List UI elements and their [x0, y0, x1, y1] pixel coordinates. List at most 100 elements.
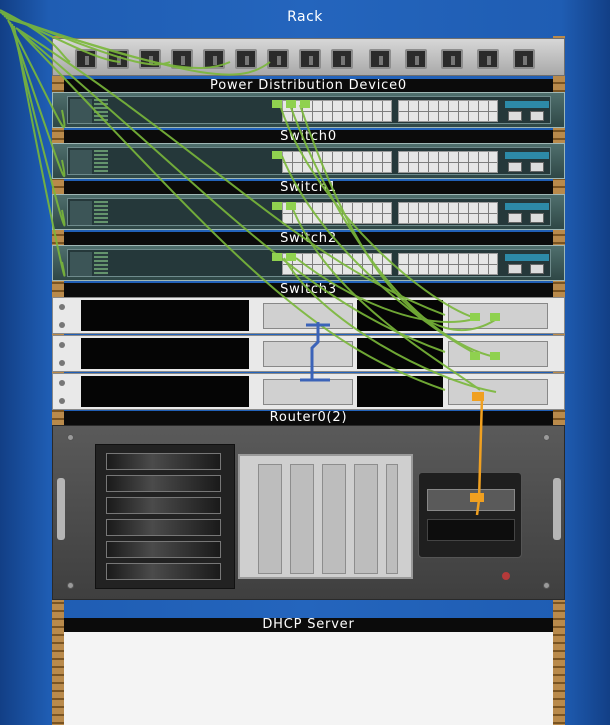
uplink-port[interactable]	[508, 162, 522, 172]
screw	[543, 434, 550, 441]
router-unit-1[interactable]	[52, 297, 565, 334]
empty-slot[interactable]	[81, 338, 249, 369]
switch-0-label: Switch0	[64, 130, 553, 144]
switch-3[interactable]	[52, 245, 565, 281]
power-distribution-device[interactable]	[52, 38, 565, 76]
empty-slot[interactable]	[357, 300, 443, 331]
ethernet-ports-b[interactable]	[398, 253, 498, 275]
switch-model-badge	[505, 254, 549, 261]
ethernet-module[interactable]	[448, 379, 548, 405]
empty-rack-space	[64, 632, 553, 725]
empty-module-slot[interactable]	[427, 519, 515, 541]
switch-1[interactable]	[52, 143, 565, 179]
switch-2[interactable]	[52, 194, 565, 230]
hard-drive[interactable]	[106, 541, 221, 558]
power-outlet[interactable]	[441, 49, 463, 69]
switch-1-label: Switch1	[64, 181, 553, 195]
switch-model-badge	[505, 152, 549, 159]
hard-drive[interactable]	[106, 475, 221, 492]
status-leds	[94, 99, 108, 123]
ethernet-ports-b[interactable]	[398, 100, 498, 122]
hard-drive[interactable]	[106, 563, 221, 580]
uplink-port[interactable]	[530, 111, 544, 121]
screw	[59, 380, 65, 386]
hard-drive[interactable]	[106, 519, 221, 536]
router-label: Router0(2)	[64, 411, 553, 425]
rack-workspace: Rack Power Distribution Device0 Switch0	[0, 0, 610, 725]
power-outlet[interactable]	[203, 49, 225, 69]
power-outlet[interactable]	[139, 49, 161, 69]
expansion-cage	[238, 454, 413, 579]
power-outlet[interactable]	[171, 49, 193, 69]
rack-title: Rack	[287, 9, 323, 25]
switch-faceplate	[67, 198, 551, 226]
uplink-port[interactable]	[530, 162, 544, 172]
power-outlet[interactable]	[235, 49, 257, 69]
status-leds	[94, 150, 108, 174]
switch-faceplate	[67, 147, 551, 175]
uplink-port[interactable]	[530, 213, 544, 223]
screw	[543, 582, 550, 589]
power-outlet[interactable]	[405, 49, 427, 69]
left-handle	[57, 478, 65, 540]
power-button[interactable]	[502, 572, 510, 580]
uplink-port[interactable]	[508, 111, 522, 121]
ethernet-ports-b[interactable]	[398, 151, 498, 173]
console-panel	[70, 150, 92, 174]
router-unit-2[interactable]	[52, 335, 565, 372]
ethernet-module[interactable]	[448, 341, 548, 367]
empty-slot[interactable]	[357, 376, 443, 407]
hard-drive[interactable]	[106, 497, 221, 514]
status-leds	[94, 252, 108, 276]
ethernet-ports-a[interactable]	[282, 151, 392, 173]
right-handle	[553, 478, 561, 540]
expansion-card[interactable]	[322, 464, 346, 574]
console-panel	[70, 252, 92, 276]
switch-0[interactable]	[52, 92, 565, 128]
empty-slot[interactable]	[357, 338, 443, 369]
dhcp-server[interactable]	[52, 425, 565, 600]
switch-faceplate	[67, 96, 551, 124]
fastethernet-port[interactable]	[427, 489, 515, 511]
uplink-port[interactable]	[508, 264, 522, 274]
expansion-card[interactable]	[354, 464, 378, 574]
ethernet-ports-a[interactable]	[282, 100, 392, 122]
screw	[59, 342, 65, 348]
screw	[67, 434, 74, 441]
status-leds	[94, 201, 108, 225]
switch-2-label: Switch2	[64, 232, 553, 246]
ethernet-ports-a[interactable]	[282, 202, 392, 224]
switch-faceplate	[67, 249, 551, 277]
power-outlet[interactable]	[331, 49, 353, 69]
power-outlet[interactable]	[513, 49, 535, 69]
serial-module[interactable]	[263, 379, 353, 405]
expansion-card[interactable]	[386, 464, 398, 574]
router-unit-3[interactable]	[52, 373, 565, 410]
switch-model-badge	[505, 101, 549, 108]
expansion-card[interactable]	[290, 464, 314, 574]
power-outlet[interactable]	[299, 49, 321, 69]
screw	[59, 398, 65, 404]
serial-module[interactable]	[263, 303, 353, 329]
power-outlet[interactable]	[107, 49, 129, 69]
power-outlet[interactable]	[369, 49, 391, 69]
serial-module[interactable]	[263, 341, 353, 367]
power-outlet[interactable]	[75, 49, 97, 69]
uplink-port[interactable]	[508, 213, 522, 223]
ethernet-ports-b[interactable]	[398, 202, 498, 224]
console-panel	[70, 201, 92, 225]
expansion-card[interactable]	[258, 464, 282, 574]
ethernet-module[interactable]	[448, 303, 548, 329]
empty-slot[interactable]	[81, 376, 249, 407]
uplink-port[interactable]	[530, 264, 544, 274]
screw	[59, 304, 65, 310]
power-outlet[interactable]	[267, 49, 289, 69]
screw	[67, 582, 74, 589]
power-outlet[interactable]	[477, 49, 499, 69]
screw	[59, 322, 65, 328]
ethernet-ports-a[interactable]	[282, 253, 392, 275]
network-card-bay	[418, 472, 522, 558]
hard-drive[interactable]	[106, 453, 221, 470]
drive-bay	[95, 444, 235, 589]
empty-slot[interactable]	[81, 300, 249, 331]
